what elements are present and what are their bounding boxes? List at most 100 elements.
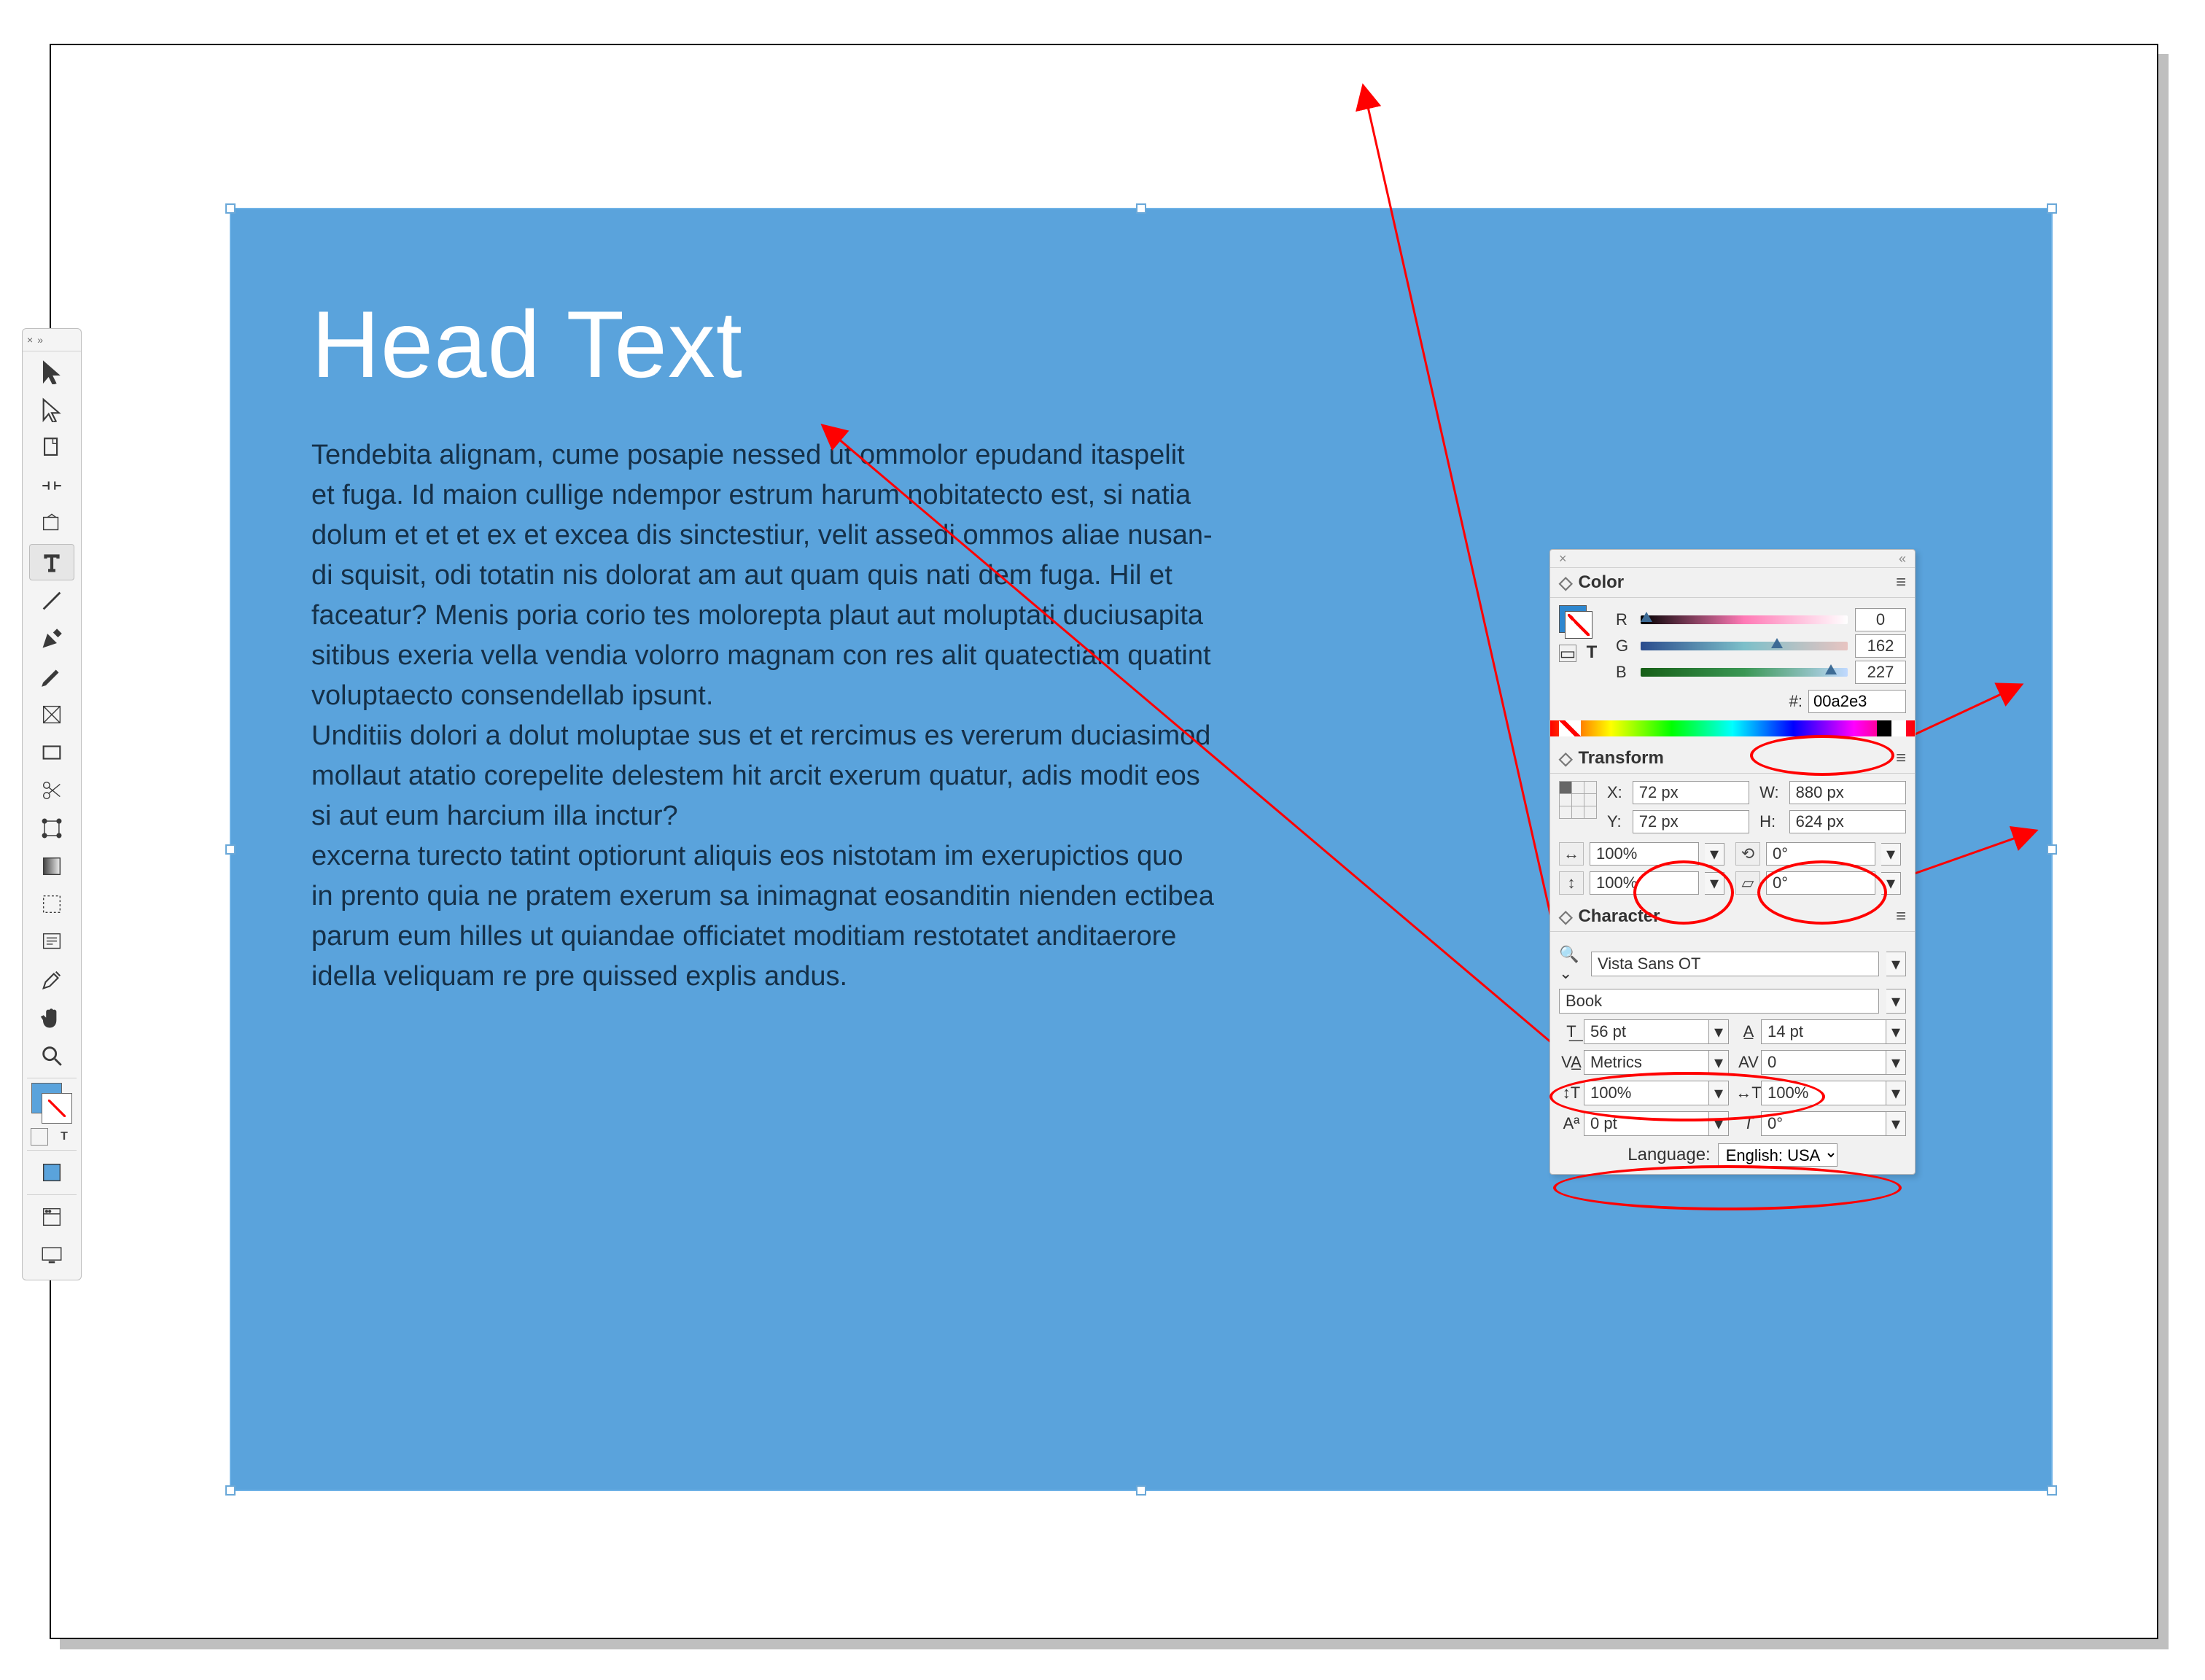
dropdown-icon[interactable]: ▾ bbox=[1886, 1111, 1906, 1136]
pen-tool[interactable] bbox=[30, 621, 74, 656]
panel-menu-icon[interactable]: ≡ bbox=[1896, 906, 1906, 927]
text-formatting-icon[interactable]: T bbox=[55, 1128, 73, 1146]
dropdown-icon[interactable]: ▾ bbox=[1709, 1019, 1729, 1044]
note-tool[interactable] bbox=[30, 925, 74, 960]
page-tool[interactable] bbox=[30, 430, 74, 465]
panel-toggle-icon[interactable]: ◇ bbox=[1559, 572, 1572, 594]
gradient-feather-tool[interactable] bbox=[30, 887, 74, 922]
pencil-tool[interactable] bbox=[30, 659, 74, 694]
g-slider[interactable] bbox=[1641, 642, 1848, 650]
color-panel-body: ▭ T R 0 G 162 B 227 bbox=[1550, 598, 1915, 744]
rotate-icon: ⟲ bbox=[1735, 842, 1760, 866]
text-formatting-icon[interactable]: T bbox=[1584, 645, 1600, 661]
rectangle-frame-tool[interactable] bbox=[30, 697, 74, 732]
container-formatting-icon[interactable]: ▭ bbox=[1559, 645, 1576, 662]
selection-handle[interactable] bbox=[225, 844, 236, 855]
dropdown-icon[interactable]: ▾ bbox=[1886, 952, 1906, 976]
selection-handle[interactable] bbox=[225, 1485, 236, 1496]
leading-input[interactable]: 14 pt bbox=[1761, 1019, 1886, 1044]
stroke-swatch[interactable] bbox=[42, 1093, 72, 1124]
dropdown-icon[interactable]: ▾ bbox=[1886, 989, 1906, 1014]
selection-handle[interactable] bbox=[1136, 1485, 1146, 1496]
panel-toggle-icon[interactable]: ◇ bbox=[1559, 748, 1572, 769]
b-value[interactable]: 227 bbox=[1855, 661, 1906, 684]
reference-point-grid[interactable] bbox=[1559, 781, 1597, 819]
line-tool[interactable] bbox=[30, 583, 74, 618]
annotation-ellipse bbox=[1750, 735, 1894, 776]
dropdown-icon[interactable]: ▾ bbox=[1705, 843, 1724, 866]
panel-close-icon[interactable]: × bbox=[1559, 551, 1567, 567]
font-family-input[interactable]: Vista Sans OT bbox=[1591, 952, 1879, 976]
zoom-tool[interactable] bbox=[30, 1038, 74, 1073]
tool-panel-header: × » bbox=[23, 333, 81, 351]
font-size-input[interactable]: 56 pt bbox=[1584, 1019, 1709, 1044]
kerning-input[interactable]: Metrics bbox=[1584, 1050, 1709, 1075]
selection-handle[interactable] bbox=[2047, 844, 2057, 855]
content-collector-tool[interactable] bbox=[30, 506, 74, 541]
free-transform-tool[interactable] bbox=[30, 811, 74, 846]
h-input[interactable]: 624 px bbox=[1789, 810, 1906, 833]
transform-panel-title: Transform bbox=[1578, 748, 1663, 769]
bw-swatch-icon[interactable] bbox=[1877, 720, 1906, 736]
annotation-ellipse bbox=[1757, 860, 1887, 925]
y-input[interactable]: 72 px bbox=[1633, 810, 1749, 833]
hex-input[interactable] bbox=[1808, 690, 1906, 713]
scissors-tool[interactable] bbox=[30, 773, 74, 808]
dropdown-icon[interactable]: ▾ bbox=[1886, 1081, 1906, 1105]
panel-collapse-icon[interactable]: « bbox=[1899, 551, 1906, 567]
color-fill-stroke-swatch[interactable]: ▭ T bbox=[1559, 605, 1610, 662]
b-label: B bbox=[1616, 663, 1633, 682]
search-icon[interactable]: 🔍⌄ bbox=[1559, 945, 1584, 983]
panel-menu-icon[interactable]: ≡ bbox=[1896, 748, 1906, 769]
gap-tool[interactable] bbox=[30, 468, 74, 503]
color-panel-header[interactable]: ◇ Color ≡ bbox=[1550, 568, 1915, 598]
view-mode-button[interactable] bbox=[30, 1199, 74, 1234]
r-label: R bbox=[1616, 610, 1633, 629]
panel-toggle-icon[interactable]: ◇ bbox=[1559, 906, 1572, 928]
hand-tool[interactable] bbox=[30, 1000, 74, 1035]
type-tool[interactable] bbox=[29, 544, 74, 580]
baseline-icon: Aª bbox=[1559, 1114, 1584, 1133]
dropdown-icon[interactable]: ▾ bbox=[1886, 1019, 1906, 1044]
scale-v-icon: ↕ bbox=[1559, 871, 1584, 895]
selection-handle[interactable] bbox=[225, 203, 236, 214]
selection-handle[interactable] bbox=[1136, 203, 1146, 214]
font-style-input[interactable]: Book bbox=[1559, 989, 1879, 1014]
screen-mode-button[interactable] bbox=[30, 1237, 74, 1272]
tool-panel-expand-icon[interactable]: » bbox=[37, 334, 43, 346]
tracking-input[interactable]: 0 bbox=[1761, 1050, 1886, 1075]
heading-text[interactable]: Head Text bbox=[311, 289, 743, 399]
rectangle-tool[interactable] bbox=[30, 735, 74, 770]
container-formatting-icon[interactable] bbox=[31, 1128, 48, 1146]
g-label: G bbox=[1616, 637, 1633, 656]
none-swatch-icon[interactable] bbox=[1559, 720, 1581, 736]
color-panel-title: Color bbox=[1578, 572, 1624, 593]
gradient-swatch-tool[interactable] bbox=[30, 849, 74, 884]
dropdown-icon[interactable]: ▾ bbox=[1886, 1050, 1906, 1075]
r-slider[interactable] bbox=[1641, 615, 1848, 624]
panel-menu-icon[interactable]: ≡ bbox=[1896, 572, 1906, 593]
selection-handle[interactable] bbox=[2047, 1485, 2057, 1496]
direct-selection-tool[interactable] bbox=[30, 392, 74, 427]
dropdown-icon[interactable]: ▾ bbox=[1881, 843, 1901, 866]
eyedropper-tool[interactable] bbox=[30, 962, 74, 998]
apply-color-button[interactable] bbox=[30, 1155, 74, 1190]
stroke-swatch-icon[interactable] bbox=[1565, 611, 1592, 639]
language-label: Language: bbox=[1628, 1145, 1710, 1165]
fill-stroke-swatch[interactable] bbox=[31, 1083, 72, 1124]
selection-handle[interactable] bbox=[2047, 203, 2057, 214]
x-input[interactable]: 72 px bbox=[1633, 781, 1749, 804]
h-label: H: bbox=[1759, 812, 1778, 831]
kerning-icon: VA̲ bbox=[1559, 1053, 1584, 1072]
r-value[interactable]: 0 bbox=[1855, 608, 1906, 631]
hex-label: #: bbox=[1789, 692, 1802, 711]
body-text[interactable]: Tendebita alignam, cume posapie nessed u… bbox=[311, 435, 1427, 997]
color-spectrum[interactable] bbox=[1550, 720, 1915, 736]
w-input[interactable]: 880 px bbox=[1789, 781, 1906, 804]
tool-panel-close-icon[interactable]: × bbox=[27, 334, 33, 346]
language-select[interactable]: English: USA bbox=[1718, 1143, 1838, 1167]
dropdown-icon[interactable]: ▾ bbox=[1709, 1050, 1729, 1075]
g-value[interactable]: 162 bbox=[1855, 634, 1906, 658]
selection-tool[interactable] bbox=[30, 354, 74, 389]
b-slider[interactable] bbox=[1641, 668, 1848, 677]
